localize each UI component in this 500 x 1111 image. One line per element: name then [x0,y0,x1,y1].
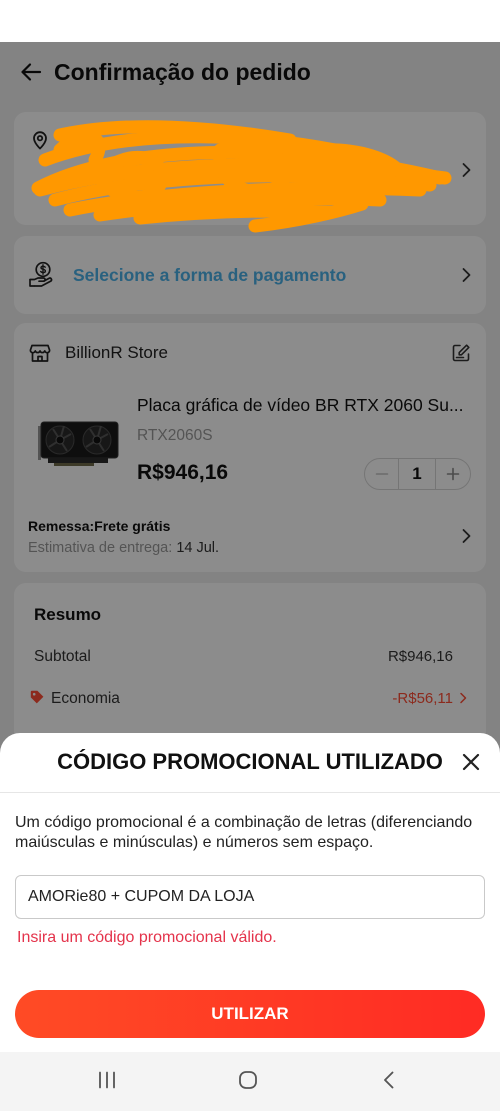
sheet-title: CÓDIGO PROMOCIONAL UTILIZADO [57,749,443,774]
sheet-divider [0,792,500,793]
recent-apps-icon [99,1071,115,1089]
status-bar [0,0,500,42]
apply-promo-button-label: UTILIZAR [211,1004,289,1023]
close-button[interactable] [460,751,482,773]
home-button[interactable] [238,1070,258,1090]
promo-error-message: Insira um código promocional válido. [17,929,277,946]
system-back-button[interactable] [379,1070,399,1090]
back-icon [384,1071,394,1089]
promo-description: Um código promocional é a combinação de … [15,814,473,851]
system-navigation-bar [0,1052,500,1111]
recent-apps-button[interactable] [97,1070,117,1090]
promo-code-input[interactable] [15,875,485,919]
promo-code-sheet: CÓDIGO PROMOCIONAL UTILIZADO Um código p… [0,733,500,1052]
apply-promo-button[interactable]: UTILIZAR [15,990,485,1038]
home-icon [239,1071,257,1089]
close-icon [462,753,480,771]
